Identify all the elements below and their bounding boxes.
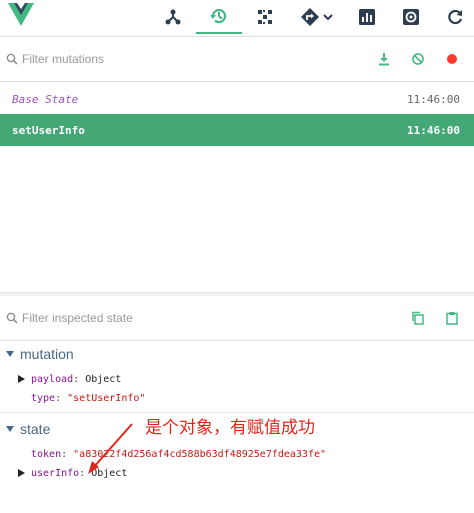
chevron-down-icon <box>323 14 333 21</box>
components-tab[interactable] <box>150 0 196 34</box>
routing-tab[interactable] <box>292 0 342 34</box>
commit-all-button[interactable] <box>374 49 394 69</box>
state-filter-bar <box>0 296 474 341</box>
block-icon <box>412 53 424 65</box>
components-icon <box>165 9 181 25</box>
prop-value: "setUserInfo" <box>67 392 146 404</box>
prop-value: Object <box>91 467 128 479</box>
vuex-icon <box>258 10 272 24</box>
record-button[interactable] <box>442 49 462 69</box>
prop-key: userInfo <box>31 467 80 479</box>
paste-icon <box>446 312 458 325</box>
prop-user-info[interactable]: userInfo: Object <box>0 465 474 481</box>
prop-token: token: "a83022f4d256af4cd588b63df48925e7… <box>31 448 327 460</box>
prop-value: "a83022f4d256af4cd588b63df48925e7fdea33f… <box>73 448 327 460</box>
prop-type: type: "setUserInfo" <box>31 392 146 404</box>
vue-logo-icon <box>8 3 34 26</box>
prop-key: type <box>31 392 56 404</box>
section-title: state <box>20 421 51 437</box>
annotation-text: 是个对象，有赋值成功 <box>145 418 315 438</box>
devtools-toolbar <box>0 0 474 37</box>
copy-icon <box>412 311 424 325</box>
mutation-section-header[interactable]: mutation <box>0 341 474 367</box>
settings-icon <box>403 9 419 25</box>
performance-icon <box>359 9 375 25</box>
search-icon <box>6 312 18 324</box>
prop-value: Object <box>85 373 122 385</box>
caret-down-icon <box>6 351 14 357</box>
copy-state-button[interactable] <box>408 308 428 328</box>
download-icon <box>379 53 389 66</box>
mutation-name: Base State <box>12 92 79 106</box>
settings-tab[interactable] <box>388 0 434 34</box>
refresh-button[interactable] <box>432 0 474 34</box>
history-icon <box>210 8 227 24</box>
mutation-time: 11:46:00 <box>407 123 460 137</box>
section-title: mutation <box>20 346 74 362</box>
refresh-icon <box>448 9 463 25</box>
vuex-tab[interactable] <box>242 0 288 34</box>
mutation-filter-bar <box>0 37 474 82</box>
mutation-item-base-state[interactable]: Base State 11:46:00 <box>0 83 474 116</box>
search-icon <box>6 53 18 65</box>
mutation-filter-input[interactable] <box>22 47 352 71</box>
prop-payload[interactable]: payload: Object <box>0 371 474 387</box>
revert-all-button[interactable] <box>408 49 428 69</box>
caret-down-icon <box>6 426 14 432</box>
mutation-time: 11:46:00 <box>407 92 460 106</box>
history-tab[interactable] <box>196 0 242 34</box>
prop-key: payload <box>31 373 74 385</box>
performance-tab[interactable] <box>344 0 390 34</box>
state-filter-input[interactable] <box>22 306 352 330</box>
caret-right-icon[interactable] <box>18 375 25 383</box>
paste-state-button[interactable] <box>442 308 462 328</box>
prop-key: token <box>31 448 62 460</box>
mutation-item-set-user-info[interactable]: setUserInfo 11:46:00 <box>0 114 474 146</box>
caret-right-icon[interactable] <box>18 469 25 477</box>
record-icon <box>447 54 457 64</box>
routing-icon <box>301 8 319 26</box>
mutation-name: setUserInfo <box>12 123 85 137</box>
